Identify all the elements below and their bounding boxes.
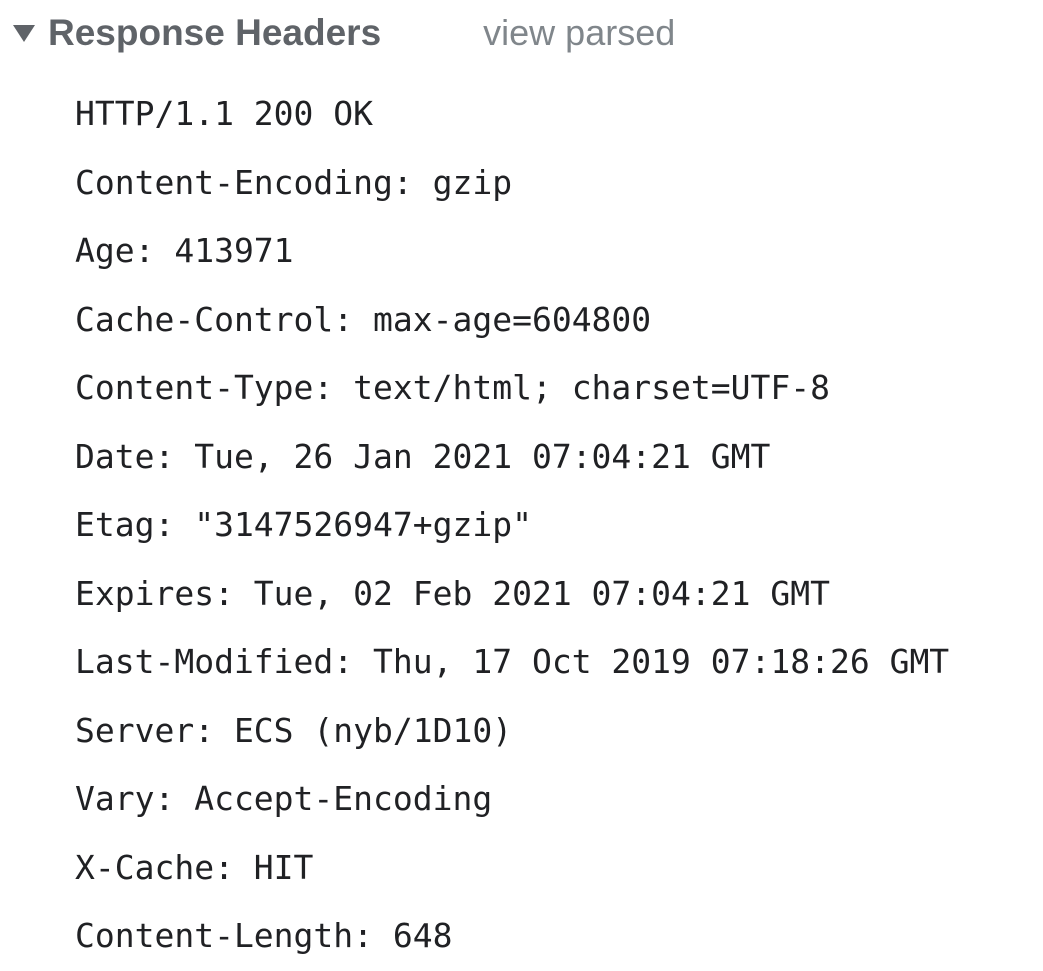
section-title[interactable]: Response Headers (48, 12, 381, 54)
header-line: Date: Tue, 26 Jan 2021 07:04:21 GMT (75, 436, 771, 476)
status-line: HTTP/1.1 200 OK (75, 94, 374, 133)
response-headers-section-header[interactable]: Response Headers view parsed (10, 8, 675, 58)
header-line: Server: ECS (nyb/1D10) (75, 710, 513, 750)
header-line: Content-Type: text/html; charset=UTF-8 (75, 368, 830, 407)
header-line: Etag: "3147526947+gzip" (75, 505, 532, 544)
view-parsed-link[interactable]: view parsed (483, 12, 675, 54)
header-line: Age: 413971 (75, 231, 294, 270)
triangle-down-icon[interactable] (13, 24, 35, 42)
header-line: X-Cache: HIT (75, 847, 314, 887)
header-line: Cache-Control: max-age=604800 (75, 299, 652, 339)
header-line: Vary: Accept-Encoding (75, 779, 493, 818)
header-line: Last-Modified: Thu, 17 Oct 2019 07:18:26… (75, 642, 950, 681)
header-line: Content-Length: 648 (75, 916, 453, 955)
header-line: Expires: Tue, 02 Feb 2021 07:04:21 GMT (75, 573, 830, 613)
header-line: Content-Encoding: gzip (75, 162, 513, 202)
raw-header-list: HTTP/1.1 200 OK Content-Encoding: gzip A… (75, 80, 949, 971)
